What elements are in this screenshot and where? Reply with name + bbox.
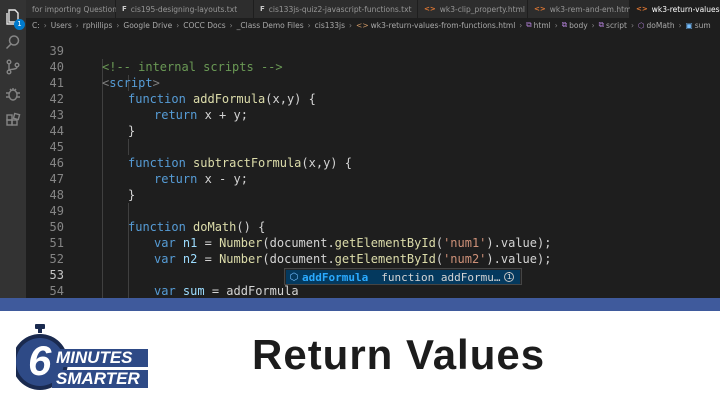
tab-wk3-rem-and-em[interactable]: <> wk3-rem-and-em.html [528,0,633,18]
code-line-current: 53 var sum = addFormula [26,251,720,298]
code-editor[interactable]: 1 for importing Questions.txt F cis195-d… [0,0,720,298]
debug-icon[interactable] [4,85,22,103]
file-icon: F [122,5,127,13]
code-line: 51 var n2 = Number(document.getElementBy… [26,219,720,266]
extensions-icon[interactable] [4,112,22,130]
explorer-icon[interactable]: 1 [4,8,25,30]
tab-cis195-layouts[interactable]: F cis195-designing-layouts.txt [116,0,254,18]
code-line: 50 var n1 = Number(document.getElementBy… [26,203,720,250]
code-line: 48 [26,171,720,202]
code-line: 43 } [26,91,720,138]
method-icon: ⬡ [289,271,299,283]
six-minutes-smarter-logo: 6 MINUTES SMARTER [12,322,148,398]
code-line: 44 [26,107,720,138]
tab-bar: for importing Questions.txt F cis195-des… [26,0,720,18]
code-line: 47 } [26,155,720,202]
code-line: 39 <!-- internal scripts --> [26,27,720,74]
file-icon: F [260,5,265,13]
suggestion-label: addFormula [302,270,369,284]
logo-word-minutes: MINUTES [56,348,133,367]
info-icon[interactable]: i [504,272,515,282]
suggestion-item[interactable]: ⬡ addFormula function addFormu… i [286,270,520,284]
autocomplete-suggestions: ⬡ addFormula function addFormu… i [284,268,522,285]
html-icon: <> [424,5,436,13]
source-control-icon[interactable] [4,58,22,76]
banner-band [0,298,720,311]
code-line: 45 function subtractFormula(x,y) { [26,123,720,170]
tab-importing-questions[interactable]: for importing Questions.txt [26,0,134,18]
code-line: 40 <script> [26,43,720,90]
logo-number: 6 [28,337,52,384]
tab-wk3-return-values[interactable]: <> wk3-return-values-from-functi [630,0,720,18]
tab-label: wk3-clip_property.html [439,4,525,14]
code-line: 49 function doMath() { [26,187,720,234]
activity-bar: 1 [0,0,26,298]
tab-wk3-clip-property[interactable]: <> wk3-clip_property.html [418,0,528,18]
video-title: Return Values [252,331,546,378]
code-line: 55 [26,283,720,298]
search-icon[interactable] [4,33,22,51]
tab-cis133js-quiz2[interactable]: F cis133js-quiz2-javascript-functions.tx… [254,0,418,18]
tab-label: cis195-designing-layouts.txt [130,4,238,14]
html-icon: <> [534,5,546,13]
code-line: 41 function addFormula(x,y) { [26,59,720,106]
tab-label: wk3-return-values-from-functi [651,4,720,14]
logo-word-smarter: SMARTER [56,369,140,388]
code-line: 52 [26,235,720,266]
explorer-badge: 1 [14,19,25,30]
tab-label: cis133js-quiz2-javascript-functions.txt [268,4,412,14]
code-line: 42 return x + y; [26,75,720,122]
suggestion-detail: function addFormu… [381,270,501,284]
html-icon: <> [636,5,648,13]
tab-label: wk3-rem-and-em.html [549,4,634,14]
code-line: 46 return x - y; [26,139,720,186]
